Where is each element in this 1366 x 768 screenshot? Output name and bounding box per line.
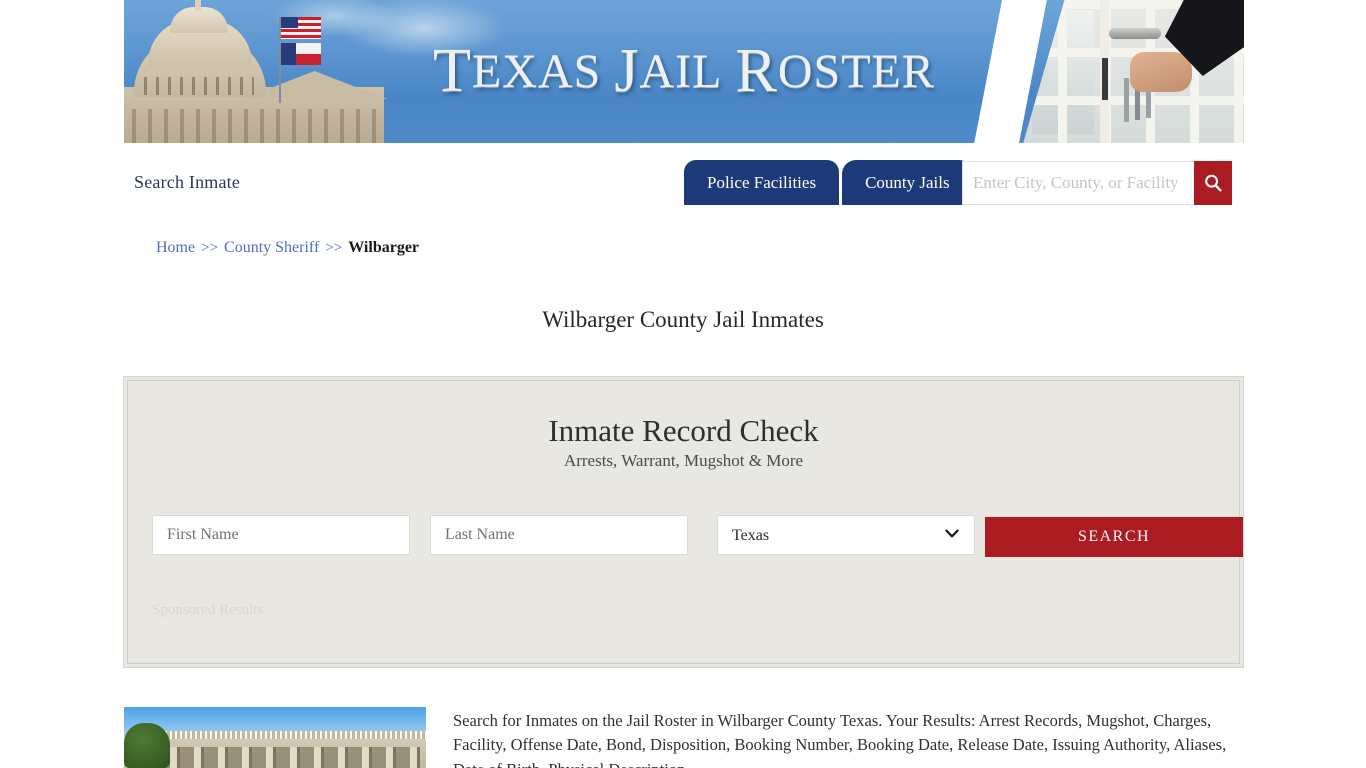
capitol-building-image [124,0,424,143]
breadcrumb-separator: >> [325,240,343,256]
search-icon [1205,174,1222,192]
nav-brand-search-inmate[interactable]: Search Inmate [134,172,240,193]
sponsored-results-label: Sponsored Results [152,602,264,618]
description-paragraph: Search for Inmates on the Jail Roster in… [453,711,1227,768]
tab-police-facilities[interactable]: Police Facilities [684,160,840,205]
site-banner: T EXAS J AIL R OSTER [124,0,1244,143]
nav-tab-group: Police Facilities County Jails [684,160,973,205]
first-name-input[interactable] [152,515,410,555]
header-search-group [962,161,1232,205]
header-search-button[interactable] [1194,161,1232,205]
header-search-input[interactable] [962,161,1194,205]
state-select[interactable]: Texas [717,515,975,555]
courthouse-thumbnail [124,707,426,768]
last-name-input[interactable] [430,515,688,555]
breadcrumb-link-home[interactable]: Home [156,239,195,256]
tab-county-jails[interactable]: County Jails [842,160,973,205]
us-flag-icon [281,17,321,39]
inmate-record-check-panel: Inmate Record Check Arrests, Warrant, Mu… [123,376,1244,668]
inmate-search-form: Texas SEARCH [152,515,1243,557]
breadcrumb-separator: >> [201,240,219,256]
breadcrumb-current-wilbarger: Wilbarger [348,239,420,256]
panel-subtitle: Arrests, Warrant, Mugshot & More [563,451,804,470]
breadcrumb: Home >> County Sheriff >> Wilbarger [156,239,419,257]
panel-title: Inmate Record Check [548,413,819,448]
inmate-search-button[interactable]: SEARCH [985,517,1243,557]
page-root: T EXAS J AIL R OSTER Search Inmate Police F… [0,0,1366,768]
page-title: Wilbarger County Jail Inmates [542,307,824,333]
texas-flag-icon [281,43,321,65]
breadcrumb-link-county-sheriff[interactable]: County Sheriff [224,239,319,256]
